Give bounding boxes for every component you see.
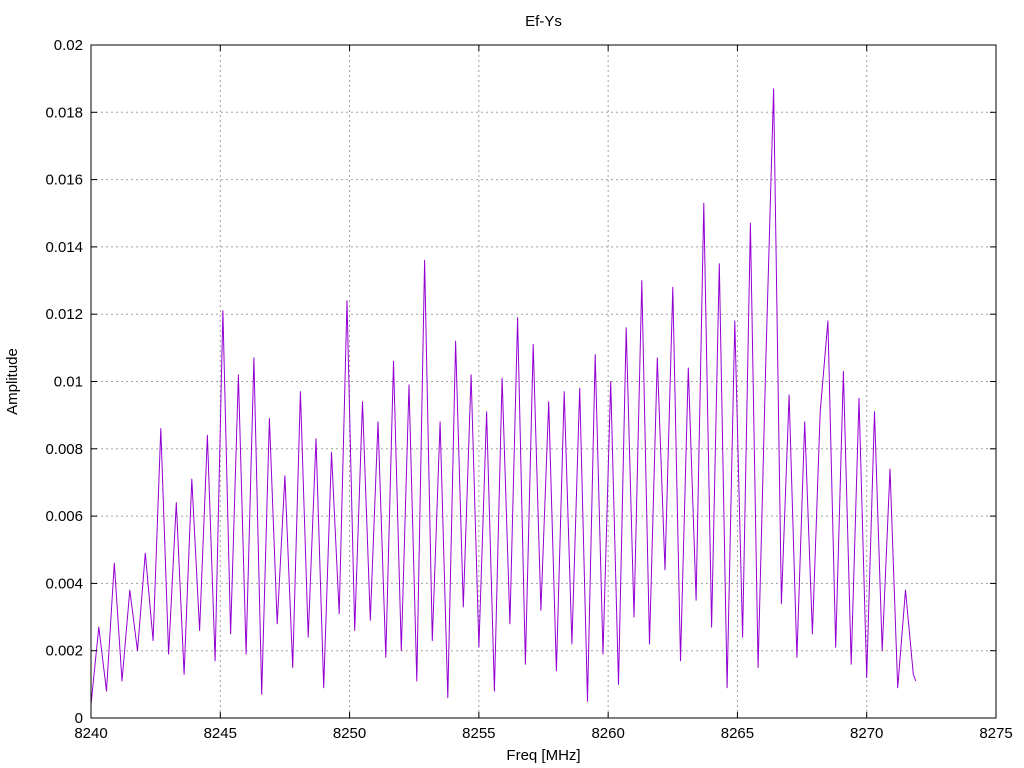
y-tick-label: 0 xyxy=(75,710,83,727)
y-tick-label: 0.016 xyxy=(45,172,83,189)
y-tick-label: 0.004 xyxy=(45,575,83,592)
y-tick-label: 0.012 xyxy=(45,306,83,323)
x-tick-label: 8245 xyxy=(204,725,237,742)
y-tick-label: 0.008 xyxy=(45,441,83,458)
y-tick-label: 0.006 xyxy=(45,508,83,525)
x-tick-label: 8255 xyxy=(462,725,495,742)
x-axis-title: Freq [MHz] xyxy=(506,747,580,764)
x-tick-label: 8275 xyxy=(979,725,1012,742)
x-tick-label: 8270 xyxy=(850,725,883,742)
y-tick-label: 0.01 xyxy=(54,374,83,391)
chart-background xyxy=(0,0,1024,768)
chart-title: Ef-Ys xyxy=(525,13,562,30)
y-tick-label: 0.018 xyxy=(45,104,83,121)
y-axis-title: Amplitude xyxy=(4,348,21,415)
chart: 8240 8245 8250 8255 8260 8265 8270 8275 0 0.002 0.… xyxy=(0,0,1024,768)
x-tick-label: 8240 xyxy=(74,725,107,742)
y-tick-label: 0.02 xyxy=(54,37,83,54)
y-tick-label: 0.014 xyxy=(45,239,83,256)
x-tick-label: 8250 xyxy=(333,725,366,742)
x-tick-label: 8260 xyxy=(591,725,624,742)
x-tick-label: 8265 xyxy=(721,725,754,742)
y-tick-label: 0.002 xyxy=(45,643,83,660)
